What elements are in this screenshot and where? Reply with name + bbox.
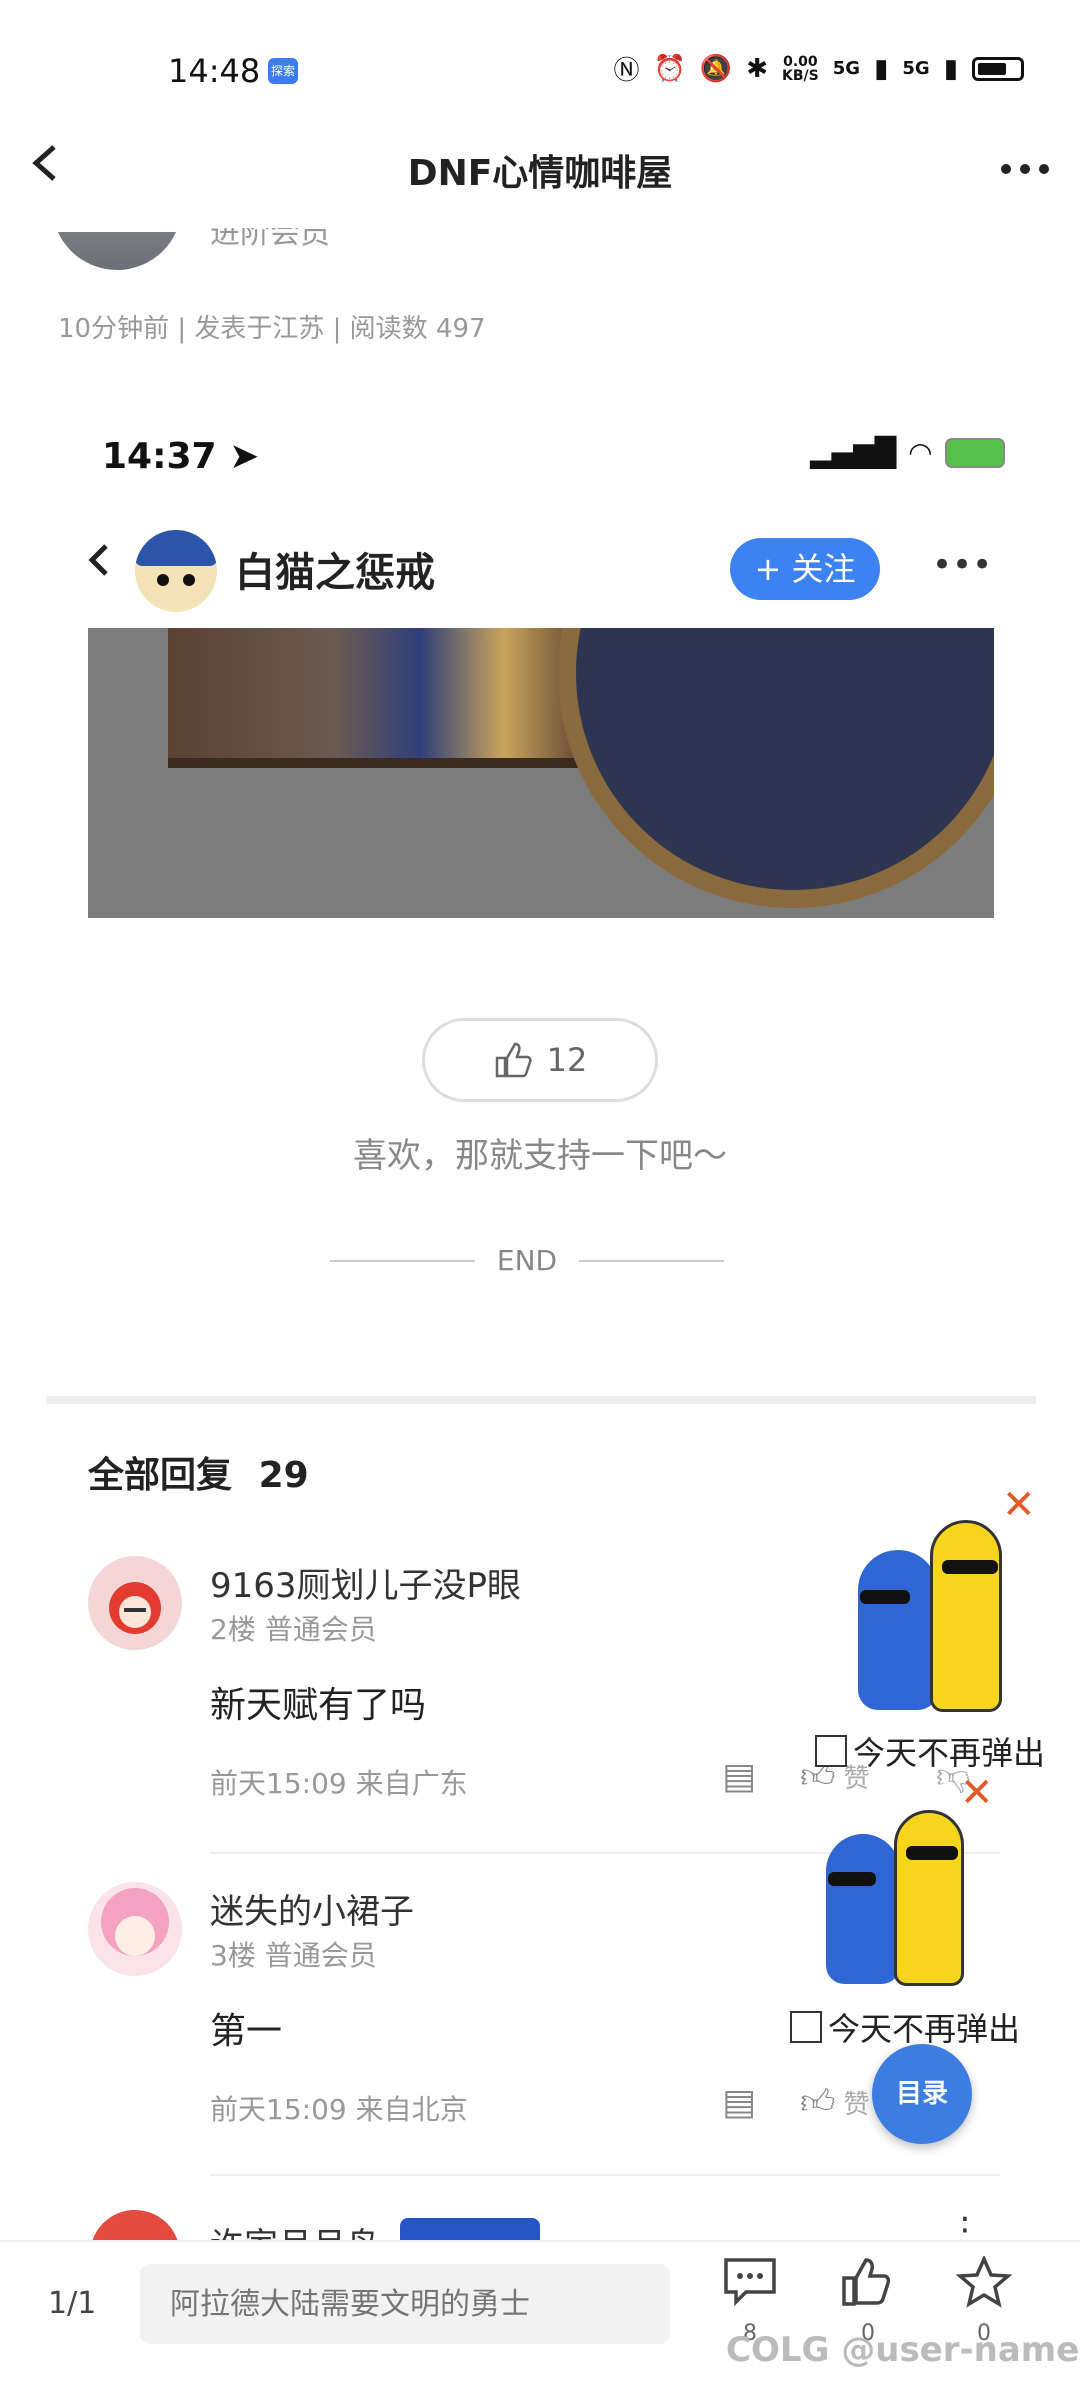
- signal-bars-icon: ▂▄▆█: [810, 436, 897, 469]
- embedded-author-avatar: [135, 530, 217, 612]
- embedded-status-icons: ▂▄▆█ ◠: [810, 436, 1005, 469]
- alarm-icon: ⏰: [653, 53, 686, 84]
- reply-icon[interactable]: ▤: [722, 2082, 756, 2123]
- star-icon: [944, 2254, 1024, 2321]
- embedded-more-icon: •••: [932, 545, 993, 585]
- nfc-icon: Ⓝ: [613, 56, 640, 86]
- embedded-like-button: 12: [422, 1018, 658, 1102]
- commenter-level: 3楼 普通会员: [210, 1939, 377, 1972]
- comment-meta: 前天15:09 来自北京: [210, 2093, 468, 2126]
- comment-bubble-icon: [710, 2256, 790, 2321]
- signal-icon-2: ▮: [943, 53, 958, 84]
- table-of-contents-button[interactable]: 目录: [872, 2044, 972, 2144]
- charging-battery-icon: [944, 437, 1005, 468]
- status-time: 14:48: [168, 52, 261, 90]
- more-button[interactable]: [1000, 140, 1050, 186]
- app-badge-icon: 探索: [268, 58, 298, 84]
- reply-input[interactable]: [140, 2264, 670, 2344]
- dont-show-today-checkbox[interactable]: 今天不再弹出: [790, 2004, 1020, 2050]
- wifi-icon: ◠: [908, 436, 933, 469]
- mascot-sticker-icon[interactable]: [820, 1810, 990, 1990]
- comment-like-button[interactable]: 👍︎ 赞: [800, 2082, 870, 2123]
- signal-5g-label: 5G: [832, 58, 861, 79]
- end-label: END: [496, 1244, 558, 1277]
- mascot-sticker-icon[interactable]: [850, 1520, 1030, 1720]
- comments-count: 29: [258, 1455, 309, 1496]
- embedded-follow-button: + 关注: [730, 538, 880, 600]
- post-meta: 10分钟前 | 发表于江苏 | 阅读数 497: [58, 314, 486, 344]
- embedded-post-image: [88, 628, 994, 918]
- checkbox-box: [790, 2011, 822, 2043]
- commenter-name[interactable]: 9163厕划儿子没P眼: [210, 1558, 521, 1607]
- dont-show-today-label: 今天不再弹出: [853, 1734, 1046, 1772]
- checkbox-box: [815, 1735, 847, 1767]
- embedded-author-name: 白猫之惩戒: [235, 550, 435, 596]
- dont-show-today-checkbox[interactable]: 今天不再弹出: [815, 1728, 1045, 1774]
- comments-title: 全部回复: [88, 1455, 233, 1496]
- battery-icon: [972, 56, 1024, 81]
- thumbs-up-icon: [828, 2256, 908, 2321]
- comments-header: 全部回复 29: [88, 1446, 309, 1498]
- watermark: COLG @user-name: [726, 2330, 1080, 2370]
- embedded-back-icon: [88, 542, 112, 588]
- author-member-level: 进阶会员: [210, 216, 330, 251]
- signal-icon: ▮: [874, 53, 889, 84]
- reply-icon[interactable]: ▤: [722, 1756, 756, 1797]
- comment-body: 新天赋有了吗: [210, 1685, 427, 1726]
- net-speed: 0.00 KB/S: [782, 53, 819, 84]
- embedded-status-time: 14:37 ➤: [102, 436, 260, 477]
- comment-divider: [210, 2174, 1000, 2176]
- page-indicator[interactable]: 1/1: [48, 2286, 96, 2321]
- embedded-like-count: 12: [546, 1041, 588, 1079]
- commenter-avatar[interactable]: [88, 1882, 182, 1976]
- section-separator: [46, 1396, 1036, 1404]
- commenter-name[interactable]: 迷失的小裙子: [210, 1884, 414, 1933]
- end-divider: END: [330, 1244, 725, 1277]
- support-text: 喜欢，那就支持一下吧～: [353, 1136, 727, 1176]
- signal-5g-label-2: 5G: [902, 58, 930, 79]
- more-dots-icon: [1001, 164, 1049, 174]
- mute-bell-icon: 🔕: [699, 53, 733, 84]
- thumbs-up-icon: [495, 1042, 532, 1078]
- commenter-level: 2楼 普通会员: [210, 1613, 377, 1646]
- commenter-avatar[interactable]: [88, 1556, 182, 1650]
- comment-body: 第一: [210, 2011, 283, 2052]
- thumbs-up-icon: 👍︎: [800, 2082, 836, 2122]
- bluetooth-icon: ✱: [746, 53, 769, 84]
- status-icons: Ⓝ ⏰ 🔕 ✱ 0.00 KB/S 5G ▮ 5G ▮: [613, 50, 1024, 87]
- page-title: DNF心情咖啡屋: [407, 153, 673, 194]
- location-arrow-icon: ➤: [229, 436, 260, 477]
- comment-meta: 前天15:09 来自广东: [210, 1767, 468, 1800]
